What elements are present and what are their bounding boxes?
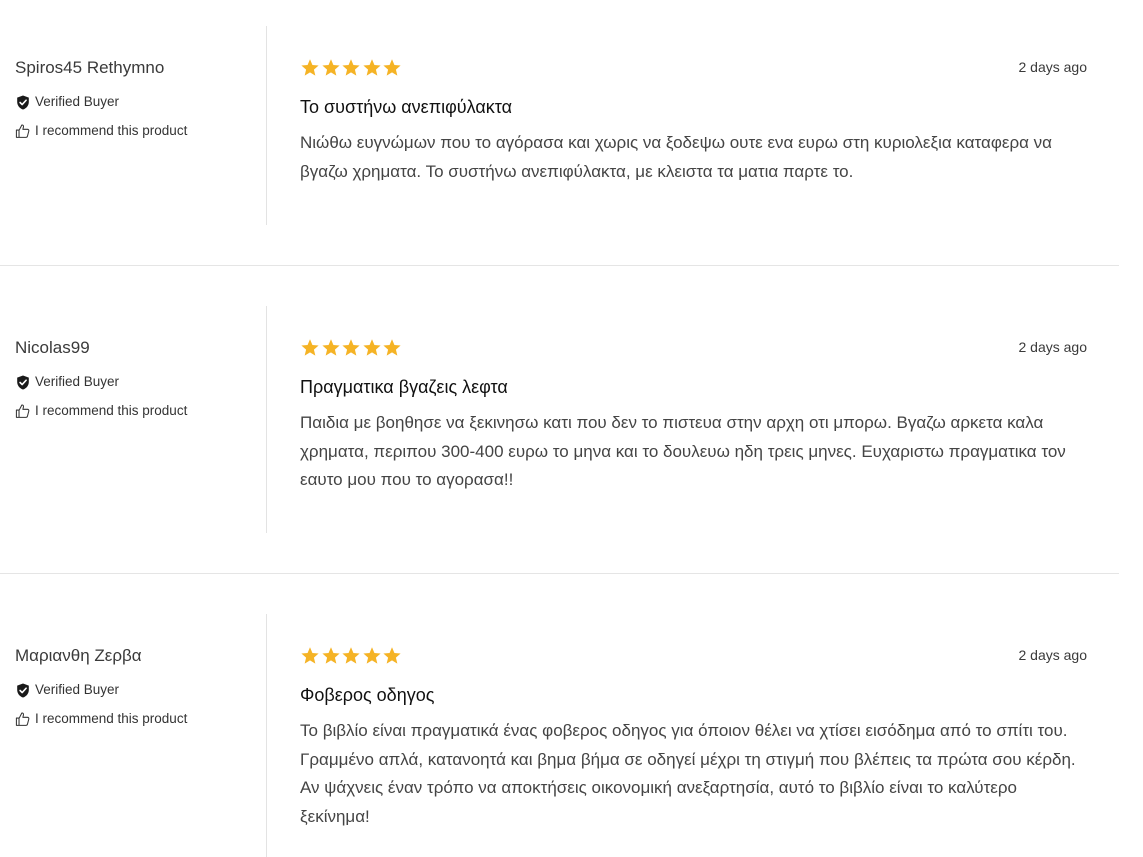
column-divider — [266, 26, 267, 225]
review-body: Το βιβλίο είναι πραγματικά ένας φοβερος … — [300, 721, 1076, 827]
column-divider — [266, 614, 267, 857]
review-body: Νιώθω ευγνώμων που το αγόρασα και χωρις … — [300, 133, 1052, 181]
author-name: Nicolas99 — [15, 338, 90, 357]
review-title: Το συστήνω ανεπιφύλακτα — [300, 97, 513, 117]
review-author-section: Nicolas99 Verified Buyer I recommend thi… — [15, 338, 245, 420]
verified-buyer-badge: Verified Buyer — [15, 93, 245, 111]
review-content-section: 2 days ago Το συστήνω ανεπιφύλακτα Νιώθω… — [300, 58, 1090, 186]
star-icon — [321, 59, 340, 76]
review-item: Μαριανθη Ζερβα Verified Buyer I recommen… — [0, 574, 1119, 857]
review-title: Πραγματικα βγαζεις λεφτα — [300, 377, 508, 397]
star-icon — [301, 59, 319, 76]
shield-check-icon — [15, 94, 30, 110]
recommend-label: I recommend this product — [35, 711, 188, 726]
recommend-product-note: I recommend this product — [15, 402, 245, 420]
verified-buyer-badge: Verified Buyer — [15, 681, 245, 699]
star-icon — [383, 59, 401, 76]
star-icon — [342, 647, 360, 664]
column-divider — [266, 306, 267, 533]
star-rating — [300, 646, 1090, 666]
thumbs-up-icon — [15, 711, 30, 727]
star-icon — [301, 647, 319, 664]
author-name: Μαριανθη Ζερβα — [15, 646, 142, 665]
star-icon — [362, 59, 381, 76]
star-rating — [300, 58, 1090, 78]
review-content-section: 2 days ago Πραγματικα βγαζεις λεφτα Παιδ… — [300, 338, 1090, 495]
verified-buyer-label: Verified Buyer — [35, 94, 120, 109]
verified-buyer-label: Verified Buyer — [35, 682, 120, 697]
star-icon — [321, 339, 340, 356]
shield-check-icon — [15, 374, 30, 390]
review-author-section: Spiros45 Rethymno Verified Buyer I recom… — [15, 58, 245, 140]
thumbs-up-icon — [15, 123, 30, 139]
thumbs-up-icon — [15, 403, 30, 419]
star-icon — [362, 647, 381, 664]
star-icon — [321, 647, 340, 664]
author-name: Spiros45 Rethymno — [15, 58, 165, 77]
star-rating — [300, 338, 1090, 358]
star-icon — [383, 647, 401, 664]
review-item: Nicolas99 Verified Buyer I recommend thi… — [0, 266, 1119, 574]
shield-check-icon — [15, 682, 30, 698]
review-title: Φοβερος οδηγος — [300, 685, 435, 705]
star-icon — [362, 339, 381, 356]
review-author-section: Μαριανθη Ζερβα Verified Buyer I recommen… — [15, 646, 245, 728]
star-icon — [301, 339, 319, 356]
recommend-product-note: I recommend this product — [15, 710, 245, 728]
review-body: Παιδια με βοηθησε να ξεκινησω κατι που δ… — [300, 413, 1066, 490]
recommend-label: I recommend this product — [35, 403, 188, 418]
recommend-label: I recommend this product — [35, 123, 188, 138]
review-date: 2 days ago — [1018, 647, 1088, 663]
star-icon — [342, 339, 360, 356]
star-icon — [342, 59, 360, 76]
review-date: 2 days ago — [1018, 339, 1088, 355]
verified-buyer-label: Verified Buyer — [35, 374, 120, 389]
review-item: Spiros45 Rethymno Verified Buyer I recom… — [0, 0, 1119, 266]
recommend-product-note: I recommend this product — [15, 122, 245, 140]
verified-buyer-badge: Verified Buyer — [15, 373, 245, 391]
star-icon — [383, 339, 401, 356]
review-content-section: 2 days ago Φοβερος οδηγος Το βιβλίο είνα… — [300, 646, 1090, 832]
review-date: 2 days ago — [1018, 59, 1088, 75]
